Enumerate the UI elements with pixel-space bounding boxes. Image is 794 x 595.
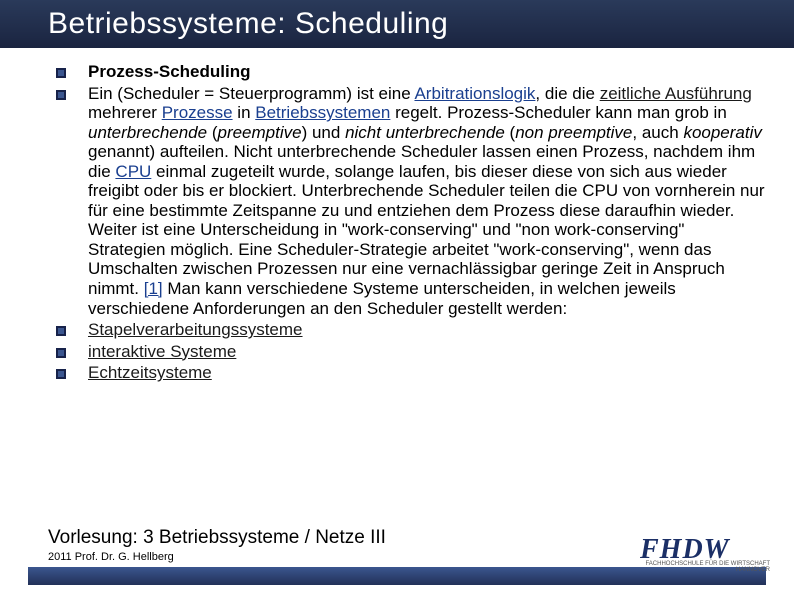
link-arbitrationslogik[interactable]: Arbitrationslogik <box>414 84 535 103</box>
bullet-icon <box>56 348 66 358</box>
fhdw-logo: FHDW FACHHOCHSCHULE FÜR DIE WIRTSCHAFT H… <box>640 529 770 571</box>
bullet-icon <box>56 369 66 379</box>
title-bar: Betriebssysteme: Scheduling <box>0 0 794 48</box>
bullet-icon <box>56 68 66 78</box>
slide-title: Betriebssysteme: Scheduling <box>48 7 448 41</box>
bullet-icon <box>56 326 66 336</box>
bullet-icon <box>56 90 66 100</box>
bullet-text: Prozess-Scheduling <box>88 62 250 81</box>
link-zeitliche-ausfuehrung[interactable]: zeitliche Ausführung <box>600 84 752 103</box>
link-ref-1[interactable]: [1] <box>144 279 163 298</box>
bullet-row: Prozess-Scheduling <box>56 62 766 82</box>
link-prozesse[interactable]: Prozesse <box>162 103 233 122</box>
link-cpu[interactable]: CPU <box>115 162 151 181</box>
link-stapelverarbeitungssysteme[interactable]: Stapelverarbeitungssysteme <box>88 320 303 339</box>
bullet-row: interaktive Systeme <box>56 342 766 362</box>
link-echtzeitsysteme[interactable]: Echtzeitsysteme <box>88 363 212 382</box>
bullet-row: Echtzeitsysteme <box>56 363 766 383</box>
bullet-row: Stapelverarbeitungssysteme <box>56 320 766 340</box>
link-interaktive-systeme[interactable]: interaktive Systeme <box>88 342 236 361</box>
link-betriebssystemen[interactable]: Betriebssystemen <box>255 103 390 122</box>
bullet-row: Ein (Scheduler = Steuerprogramm) ist ein… <box>56 84 766 319</box>
content-area: Prozess-Scheduling Ein (Scheduler = Steu… <box>0 48 794 383</box>
bullet-text: Ein (Scheduler = Steuerprogramm) ist ein… <box>88 84 765 318</box>
logo-subtext: FACHHOCHSCHULE FÜR DIE WIRTSCHAFT HANNOV… <box>645 561 770 573</box>
